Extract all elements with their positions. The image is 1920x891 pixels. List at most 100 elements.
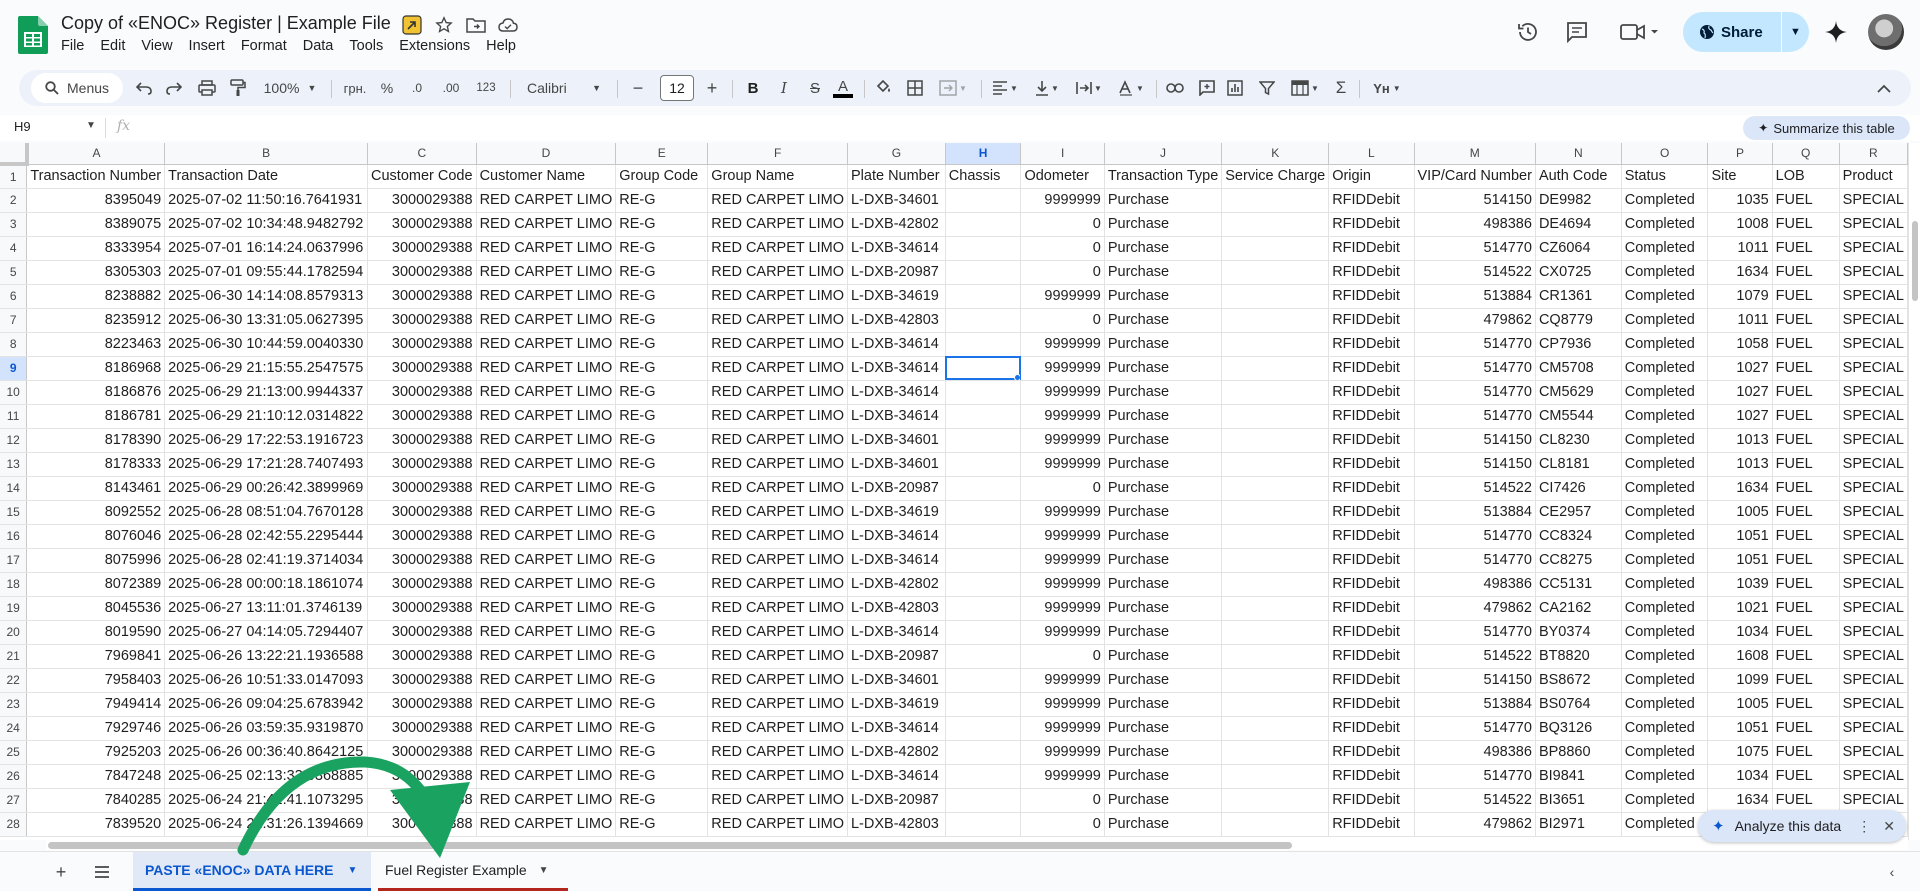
cell[interactable]: 514770 bbox=[1414, 380, 1536, 405]
cell[interactable]: RED CARPET LIMO bbox=[476, 428, 617, 453]
cell[interactable]: 8235912 bbox=[26, 308, 166, 333]
cell[interactable]: L-DXB-34601 bbox=[847, 668, 946, 693]
cell[interactable]: 1075 bbox=[1707, 740, 1773, 765]
cell[interactable]: 2025-06-28 08:51:04.7670128 bbox=[164, 500, 369, 525]
menu-extensions[interactable]: Extensions bbox=[391, 38, 478, 54]
cell[interactable]: RED CARPET LIMO bbox=[707, 572, 848, 597]
cell[interactable]: BP8860 bbox=[1535, 740, 1622, 765]
cell[interactable]: RED CARPET LIMO bbox=[476, 380, 617, 405]
cell[interactable]: L-DXB-34619 bbox=[847, 284, 946, 309]
cell[interactable] bbox=[945, 692, 1022, 717]
column-header-o[interactable]: O bbox=[1621, 143, 1709, 165]
cell[interactable]: RE-G bbox=[615, 668, 709, 693]
cell[interactable]: Completed bbox=[1621, 548, 1709, 573]
cell[interactable] bbox=[1221, 452, 1330, 477]
column-title-cell[interactable]: Customer Name bbox=[476, 164, 617, 189]
bold-button[interactable]: B bbox=[741, 70, 765, 106]
cell[interactable]: RED CARPET LIMO bbox=[707, 524, 848, 549]
cell[interactable]: 3000029388 bbox=[367, 380, 477, 405]
cell[interactable]: 514522 bbox=[1414, 260, 1536, 285]
cell[interactable]: 1051 bbox=[1707, 548, 1773, 573]
row-header-18[interactable]: 18 bbox=[0, 572, 28, 597]
name-box[interactable]: H9 bbox=[14, 119, 31, 134]
row-header-16[interactable]: 16 bbox=[0, 524, 28, 549]
cell[interactable]: FUEL bbox=[1772, 308, 1840, 333]
cell[interactable]: Purchase bbox=[1104, 188, 1223, 213]
more-options-icon[interactable]: ⋮ bbox=[1857, 818, 1871, 835]
row-header-10[interactable]: 10 bbox=[0, 380, 28, 405]
cell[interactable]: Completed bbox=[1621, 428, 1709, 453]
column-header-j[interactable]: J bbox=[1104, 143, 1223, 165]
cell[interactable]: Purchase bbox=[1104, 452, 1223, 477]
cell[interactable]: 479862 bbox=[1414, 812, 1536, 837]
cell[interactable]: L-DXB-34619 bbox=[847, 692, 946, 717]
cell[interactable]: Purchase bbox=[1104, 428, 1223, 453]
cell[interactable]: RED CARPET LIMO bbox=[476, 572, 617, 597]
text-rotation-icon[interactable]: ▼ bbox=[1113, 70, 1149, 106]
row-header-21[interactable]: 21 bbox=[0, 644, 28, 669]
cell[interactable] bbox=[945, 212, 1022, 237]
cell[interactable]: 3000029388 bbox=[367, 356, 477, 381]
cell[interactable] bbox=[1221, 740, 1330, 765]
cell[interactable]: Completed bbox=[1621, 212, 1709, 237]
cell[interactable]: Completed bbox=[1621, 524, 1709, 549]
cell[interactable]: RED CARPET LIMO bbox=[476, 692, 617, 717]
cell[interactable]: L-DXB-34614 bbox=[847, 380, 946, 405]
cell[interactable]: BI9841 bbox=[1535, 764, 1622, 789]
cell[interactable]: Purchase bbox=[1104, 212, 1223, 237]
cell[interactable]: 2025-06-29 17:22:53.1916723 bbox=[164, 428, 369, 453]
row-header-28[interactable]: 28 bbox=[0, 812, 28, 837]
cell[interactable]: 9999999 bbox=[1020, 356, 1105, 381]
paint-format-icon[interactable] bbox=[226, 70, 250, 106]
cell[interactable]: L-DXB-20987 bbox=[847, 644, 946, 669]
cell[interactable]: Purchase bbox=[1104, 692, 1223, 717]
cell[interactable]: RED CARPET LIMO bbox=[476, 332, 617, 357]
cell[interactable]: SPECIAL bbox=[1839, 500, 1908, 525]
cell[interactable]: 514150 bbox=[1414, 188, 1536, 213]
cell[interactable] bbox=[945, 236, 1022, 261]
cell[interactable]: FUEL bbox=[1772, 644, 1840, 669]
column-header-e[interactable]: E bbox=[615, 143, 709, 165]
cell[interactable] bbox=[1221, 572, 1330, 597]
cell[interactable]: 3000029388 bbox=[367, 572, 477, 597]
cell[interactable]: 513884 bbox=[1414, 284, 1536, 309]
cell[interactable]: RFIDDebit bbox=[1328, 812, 1415, 837]
cell[interactable]: 9999999 bbox=[1020, 428, 1105, 453]
cell[interactable]: 3000029388 bbox=[367, 260, 477, 285]
cell[interactable] bbox=[945, 188, 1022, 213]
cell[interactable]: RED CARPET LIMO bbox=[707, 332, 848, 357]
tab-paste-enoc-data[interactable]: PASTE «ENOC» DATA HERE ▼ bbox=[133, 852, 371, 891]
cell[interactable]: CX0725 bbox=[1535, 260, 1622, 285]
cell[interactable]: 1005 bbox=[1707, 692, 1773, 717]
cell[interactable]: FUEL bbox=[1772, 212, 1840, 237]
cell[interactable]: 0 bbox=[1020, 260, 1105, 285]
cell[interactable]: RFIDDebit bbox=[1328, 428, 1415, 453]
cell[interactable]: RED CARPET LIMO bbox=[476, 764, 617, 789]
cell[interactable]: 8186781 bbox=[26, 404, 166, 429]
cell[interactable]: Completed bbox=[1621, 308, 1709, 333]
cell[interactable]: RFIDDebit bbox=[1328, 260, 1415, 285]
cell[interactable]: 1634 bbox=[1707, 788, 1773, 813]
cell[interactable]: 3000029388 bbox=[367, 644, 477, 669]
column-title-cell[interactable]: Site bbox=[1707, 164, 1773, 189]
select-all-corner[interactable] bbox=[0, 143, 29, 166]
cell[interactable] bbox=[1221, 668, 1330, 693]
insert-link-icon[interactable] bbox=[1163, 70, 1187, 106]
cell[interactable]: CL8181 bbox=[1535, 452, 1622, 477]
cell[interactable]: L-DXB-34601 bbox=[847, 428, 946, 453]
cell[interactable]: RFIDDebit bbox=[1328, 548, 1415, 573]
cell[interactable]: FUEL bbox=[1772, 668, 1840, 693]
cell[interactable]: L-DXB-42803 bbox=[847, 308, 946, 333]
comments-icon[interactable] bbox=[1563, 18, 1591, 46]
cell[interactable]: 8143461 bbox=[26, 476, 166, 501]
cell[interactable]: 3000029388 bbox=[367, 476, 477, 501]
cell[interactable]: RED CARPET LIMO bbox=[707, 740, 848, 765]
cell[interactable]: RED CARPET LIMO bbox=[476, 668, 617, 693]
column-header-p[interactable]: P bbox=[1707, 143, 1773, 165]
cell[interactable]: Purchase bbox=[1104, 620, 1223, 645]
cell[interactable]: Purchase bbox=[1104, 764, 1223, 789]
cell[interactable] bbox=[1221, 356, 1330, 381]
cell[interactable]: FUEL bbox=[1772, 548, 1840, 573]
cell[interactable]: 7840285 bbox=[26, 788, 166, 813]
cell[interactable]: Purchase bbox=[1104, 236, 1223, 261]
